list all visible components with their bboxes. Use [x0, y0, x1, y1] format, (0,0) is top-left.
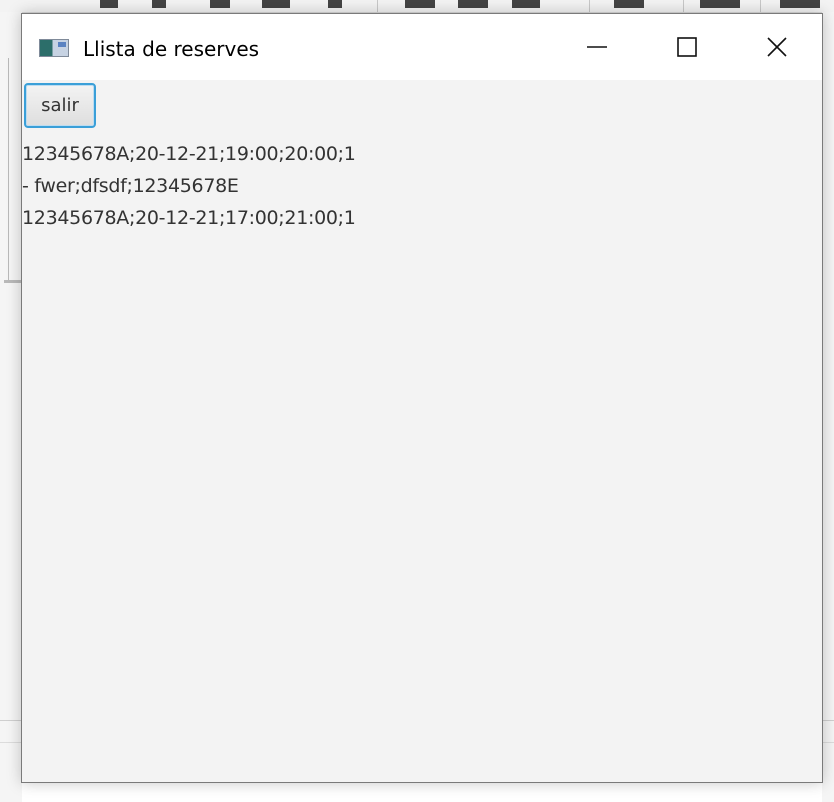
text-color-icon	[262, 0, 290, 8]
background-panel-tick	[4, 280, 22, 283]
list-icon	[405, 0, 435, 8]
exit-button[interactable]: salir	[24, 83, 96, 128]
outdent-icon	[780, 0, 820, 8]
toolbar-separator	[589, 0, 590, 12]
list-item: 12345678A;20-12-21;17:00;21:00;1	[22, 207, 356, 229]
window-titlebar[interactable]: Llista de reserves	[22, 14, 822, 80]
line-icon	[614, 0, 644, 8]
window-content: salir 12345678A;20-12-21;19:00;20:00;1 -…	[22, 80, 822, 782]
list-item: 12345678A;20-12-21;19:00;20:00;1	[22, 143, 356, 165]
reservations-window: Llista de reserves salir 12345678A;20-12…	[21, 13, 823, 783]
underline-icon	[210, 0, 230, 8]
indent-icon	[700, 0, 740, 8]
toolbar-separator	[760, 0, 761, 12]
reservations-list: 12345678A;20-12-21;19:00;20:00;1 - fwer;…	[22, 138, 812, 234]
background-left-panel	[0, 12, 22, 802]
toolbar-separator	[683, 0, 684, 12]
image-icon	[512, 0, 540, 8]
minimize-icon	[587, 46, 607, 48]
background-panel-border	[8, 58, 9, 282]
application-icon	[39, 39, 69, 57]
close-icon	[767, 37, 787, 57]
maximize-button[interactable]	[642, 14, 732, 80]
toolbar-separator	[377, 0, 378, 12]
close-button[interactable]	[732, 14, 822, 80]
italic-icon	[152, 0, 166, 8]
background-right-panel	[822, 12, 834, 802]
comment-icon	[458, 0, 488, 8]
maximize-icon	[677, 37, 697, 57]
window-title: Llista de reserves	[83, 37, 260, 61]
format-icon	[328, 0, 342, 8]
background-toolbar	[0, 0, 834, 13]
bold-icon	[100, 0, 118, 8]
list-item: - fwer;dfsdf;12345678E	[22, 175, 239, 197]
minimize-button[interactable]	[552, 14, 642, 80]
